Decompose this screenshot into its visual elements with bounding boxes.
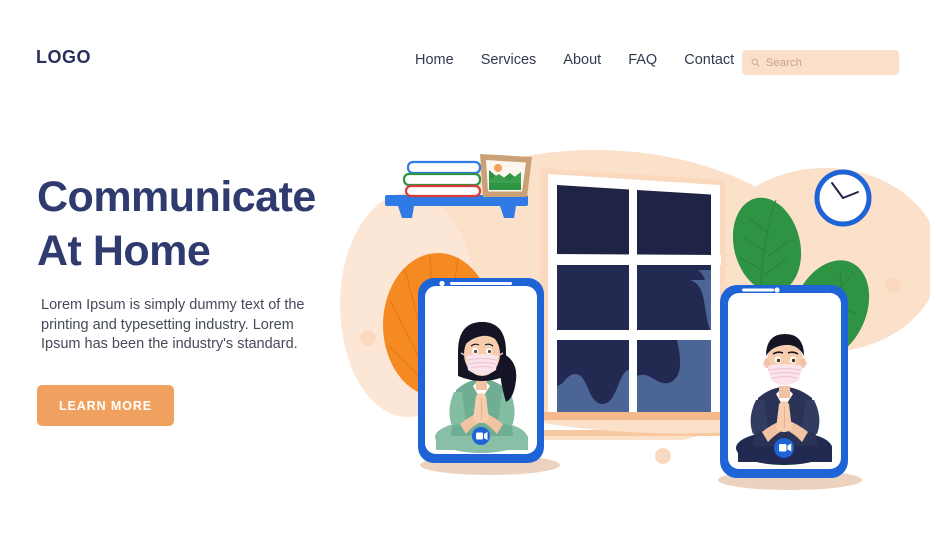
blue-book <box>406 160 482 175</box>
left-phone[interactable] <box>418 278 544 463</box>
window-pane-5 <box>557 340 629 414</box>
search-icon <box>751 58 760 67</box>
wall-clock <box>814 169 872 227</box>
right-phone-speaker <box>742 288 774 292</box>
left-phone-camera-icon <box>439 280 445 287</box>
red-book <box>404 184 482 198</box>
left-phone-speaker <box>450 282 512 285</box>
window-pane-1 <box>557 185 629 256</box>
hero-illustration <box>330 140 930 510</box>
window-pane-2 <box>637 190 711 256</box>
site-logo[interactable]: LOGO <box>36 47 91 68</box>
decor-dot-center <box>655 448 671 464</box>
window-pane-3 <box>557 264 629 332</box>
learn-more-button[interactable]: LEARN MORE <box>37 385 174 426</box>
site-header: LOGO Home Services About FAQ Contact Sea… <box>0 0 936 110</box>
hero-description: Lorem Ipsum is simply dummy text of the … <box>41 297 305 352</box>
window-pane-6 <box>637 340 711 414</box>
right-phone-camera-icon <box>774 287 780 293</box>
page-title: Communicate At Home <box>37 170 367 278</box>
picture-frame <box>480 154 532 197</box>
decor-dot-left <box>360 330 376 346</box>
window-pane-4 <box>637 264 711 332</box>
right-phone-video-call-button[interactable] <box>774 438 794 458</box>
search-input-placeholder[interactable]: Search <box>766 57 802 69</box>
right-phone[interactable] <box>720 285 848 478</box>
nav-item-contact[interactable]: Contact <box>684 52 734 68</box>
nav-item-home[interactable]: Home <box>415 52 454 68</box>
nav-item-faq[interactable]: FAQ <box>628 52 657 68</box>
book-stack <box>402 160 482 198</box>
nav-item-about[interactable]: About <box>563 52 601 68</box>
left-phone-video-call-button[interactable] <box>472 427 490 445</box>
hero-heading-line-1: Communicate <box>37 173 316 221</box>
decor-dot-right <box>885 277 901 293</box>
landing-page: LOGO Home Services About FAQ Contact Sea… <box>0 0 936 544</box>
nav-item-services[interactable]: Services <box>481 52 537 68</box>
search-box[interactable]: Search <box>742 50 899 75</box>
window <box>530 168 735 436</box>
main-navigation: Home Services About FAQ Contact <box>415 52 734 68</box>
illustration-svg <box>330 150 930 510</box>
green-book <box>402 172 482 187</box>
hero-heading-line-2: At Home <box>37 227 211 275</box>
